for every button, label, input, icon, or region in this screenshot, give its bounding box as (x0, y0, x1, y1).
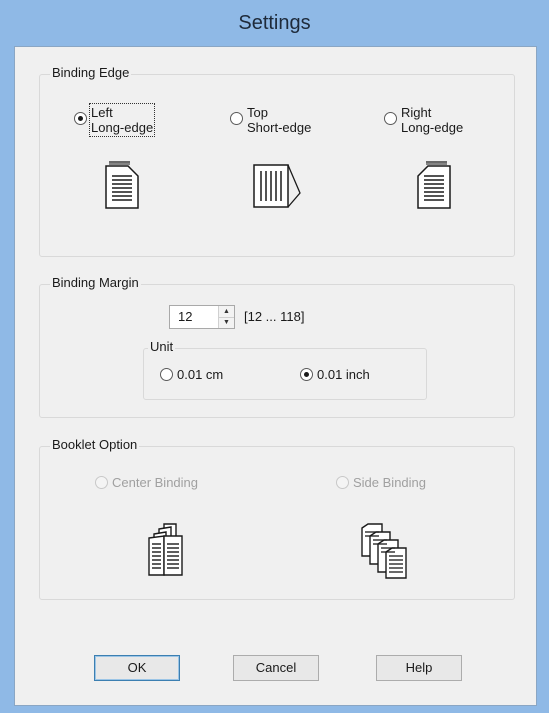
radio-indicator (95, 476, 108, 489)
dialog-title: Settings (0, 0, 549, 42)
spin-down-arrow-icon[interactable]: ▼ (219, 316, 234, 329)
side-binding-booklet-icon (361, 523, 407, 579)
binding-margin-value[interactable]: 12 (170, 306, 218, 328)
spin-up-arrow-icon[interactable]: ▲ (219, 306, 234, 317)
binding-left-line2: Long-edge (91, 120, 154, 135)
help-button[interactable]: Help (376, 655, 462, 681)
radio-indicator (230, 112, 243, 125)
binding-left-label: Left Long-edge (88, 103, 156, 137)
booklet-option-legend: Booklet Option (50, 437, 140, 452)
radio-indicator (300, 368, 313, 381)
radio-indicator (74, 112, 87, 125)
unit-group: Unit 0.01 cm 0.01 inch (143, 339, 427, 400)
left-binding-document-icon (105, 161, 139, 209)
spin-arrows: ▲ ▼ (218, 306, 234, 328)
side-binding-radio[interactable]: Side Binding (336, 475, 426, 490)
binding-top-line1: Top (247, 105, 268, 120)
binding-margin-group: Binding Margin 12 ▲ ▼ [12 ... 118] Unit … (39, 275, 515, 418)
binding-right-long-edge-radio[interactable]: Right Long-edge (384, 105, 463, 135)
binding-edge-group: Binding Edge Left Long-edge Top Short-ed… (39, 65, 515, 257)
unit-legend: Unit (148, 339, 176, 354)
binding-margin-range: [12 ... 118] (244, 309, 305, 324)
binding-left-line1: Left (91, 105, 113, 120)
side-binding-label: Side Binding (353, 475, 426, 490)
center-binding-radio[interactable]: Center Binding (95, 475, 198, 490)
radio-indicator (160, 368, 173, 381)
unit-inch-radio[interactable]: 0.01 inch (300, 367, 370, 382)
binding-margin-spinbox[interactable]: 12 ▲ ▼ (169, 305, 235, 329)
cancel-button[interactable]: Cancel (233, 655, 319, 681)
binding-top-line2: Short-edge (247, 120, 312, 135)
dialog-client-area: Binding Edge Left Long-edge Top Short-ed… (14, 46, 537, 706)
top-binding-document-icon (253, 164, 301, 208)
binding-right-line1: Right (401, 105, 432, 120)
center-binding-booklet-icon (148, 523, 183, 576)
ok-button[interactable]: OK (94, 655, 180, 681)
binding-right-label: Right Long-edge (401, 105, 463, 135)
binding-edge-legend: Binding Edge (50, 65, 132, 80)
radio-indicator (384, 112, 397, 125)
binding-margin-legend: Binding Margin (50, 275, 141, 290)
settings-dialog: Settings Binding Edge Left Long-edge Top… (0, 0, 549, 713)
binding-top-short-edge-radio[interactable]: Top Short-edge (230, 105, 311, 135)
unit-inch-label: 0.01 inch (317, 367, 370, 382)
binding-right-line2: Long-edge (401, 120, 464, 135)
unit-cm-label: 0.01 cm (177, 367, 224, 382)
binding-left-long-edge-radio[interactable]: Left Long-edge (74, 103, 156, 137)
booklet-option-group: Booklet Option Center Binding Side Bindi… (39, 437, 515, 600)
radio-indicator (336, 476, 349, 489)
right-binding-document-icon (417, 161, 451, 209)
binding-top-label: Top Short-edge (247, 105, 311, 135)
center-binding-label: Center Binding (112, 475, 198, 490)
unit-cm-radio[interactable]: 0.01 cm (160, 367, 223, 382)
